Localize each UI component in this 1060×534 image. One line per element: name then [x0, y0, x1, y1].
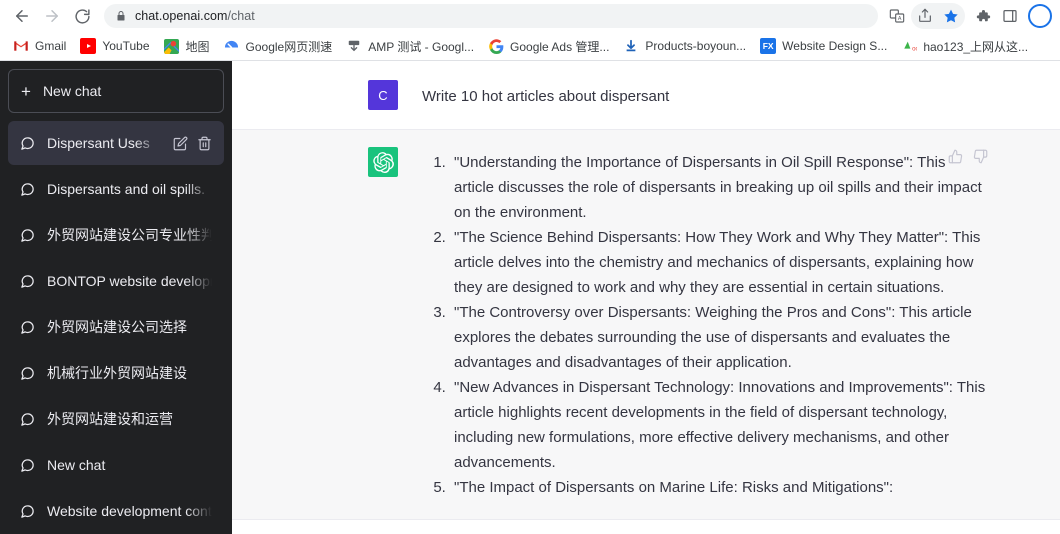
plus-icon: +	[21, 81, 31, 101]
url-host: chat.openai.com	[135, 9, 228, 23]
bookmark-label: YouTube	[102, 39, 150, 53]
lock-icon	[115, 10, 127, 22]
sidebar-item-label: 机械行业外贸网站建设	[47, 363, 212, 383]
list-item: "The Controversy over Dispersants: Weigh…	[450, 300, 988, 375]
share-and-bookmark-group	[911, 3, 965, 29]
address-bar[interactable]: chat.openai.com/chat	[104, 4, 878, 28]
products-icon	[623, 38, 639, 54]
sidebar-item-label: 外贸网站建设公司选择	[47, 317, 212, 337]
bookmark-label: Gmail	[35, 39, 67, 53]
sidebar-item-label: 外贸网站建设和运营	[47, 409, 212, 429]
chatgpt-app: + New chat Dispersant Uses Dispersants a…	[0, 61, 1060, 534]
bookmark-item[interactable]: FX Website Design S...	[753, 35, 894, 57]
sidebar-item-new-chat[interactable]: New chat	[8, 443, 224, 487]
avatar: C	[368, 80, 398, 110]
list-item: "The Impact of Dispersants on Marine Lif…	[450, 475, 988, 500]
thumbs-up-icon[interactable]	[948, 149, 963, 164]
youtube-icon	[80, 38, 97, 54]
sidebar-item-dispersants-and-oil-spills[interactable]: Dispersants and oil spills.	[8, 167, 224, 211]
bookmark-label: AMP 测试 - Googl...	[368, 39, 475, 54]
bookmark-item[interactable]: Products-boyoun...	[616, 35, 753, 57]
user-message-text: Write 10 hot articles about dispersant	[422, 88, 670, 105]
trash-icon[interactable]	[197, 136, 212, 151]
bookmark-label: Website Design S...	[782, 39, 888, 53]
list-item: "Understanding the Importance of Dispers…	[450, 150, 988, 225]
browser-toolbar: chat.openai.com/chat A	[0, 0, 1060, 32]
address-bar-url: chat.openai.com/chat	[135, 9, 255, 23]
chat-bubble-icon	[20, 274, 35, 289]
bookmark-item[interactable]: Google网页测速	[217, 35, 340, 58]
bookmark-label: Products-boyoun...	[645, 39, 747, 53]
sidebar-item-6[interactable]: 机械行业外贸网站建设	[8, 351, 224, 395]
sidebar-item-label: 外贸网站建设公司专业性判断	[47, 225, 212, 245]
gmail-icon	[13, 38, 29, 54]
bookmark-label: hao123_上网从这...	[923, 39, 1029, 54]
svg-text:A: A	[898, 16, 902, 22]
list-item: "The Science Behind Dispersants: How The…	[450, 225, 988, 300]
sidebar-item-label: BONTOP website development	[47, 271, 212, 291]
chat-bubble-icon	[20, 182, 35, 197]
bookmarks-bar: Gmail YouTube 地图 Google网页测速 AMP 测试 - Goo…	[0, 32, 1060, 60]
sidebar-item-5[interactable]: 外贸网站建设公司选择	[8, 305, 224, 349]
bookmark-label: Google Ads 管理...	[510, 39, 610, 54]
bookmark-label: 地图	[185, 39, 210, 54]
bookmark-item[interactable]: Gmail	[6, 35, 73, 57]
sidebar-item-label: New chat	[47, 455, 212, 475]
fx-icon: FX	[760, 38, 777, 54]
assistant-message-text: "Understanding the Importance of Dispers…	[422, 147, 988, 500]
sidebar-item-label: Website development contract	[47, 501, 212, 521]
sidebar-item-label: Dispersant Uses	[47, 133, 161, 153]
sidebar-item-bontop-website-development[interactable]: BONTOP website development	[8, 259, 224, 303]
sidebar-item-actions	[173, 136, 212, 151]
forward-button[interactable]	[38, 2, 66, 30]
chat-bubble-icon	[20, 366, 35, 381]
thumbs-down-icon[interactable]	[973, 149, 988, 164]
profile-avatar[interactable]	[1028, 4, 1052, 28]
bookmark-item[interactable]: YouTube	[73, 35, 156, 57]
article-list: "Understanding the Importance of Dispers…	[422, 150, 988, 500]
chat-thread: C Write 10 hot articles about dispersant…	[232, 61, 1060, 534]
list-item: "New Advances in Dispersant Technology: …	[450, 375, 988, 475]
chatgpt-logo-icon	[368, 147, 398, 177]
chat-bubble-icon	[20, 458, 35, 473]
sidebar-item-3[interactable]: 外贸网站建设公司专业性判断	[8, 213, 224, 257]
google-maps-icon	[164, 38, 180, 54]
share-icon[interactable]	[912, 3, 938, 29]
chat-bubble-icon	[20, 136, 35, 151]
google-g-icon	[488, 38, 504, 54]
sidebar-item-7[interactable]: 外贸网站建设和运营	[8, 397, 224, 441]
sidebar: + New chat Dispersant Uses Dispersants a…	[0, 61, 232, 534]
translate-icon[interactable]: A	[884, 3, 910, 29]
new-chat-label: New chat	[42, 83, 102, 99]
sidebar-item-label: Dispersants and oil spills.	[47, 179, 212, 199]
pagespeed-icon	[224, 38, 240, 54]
reload-button[interactable]	[68, 2, 96, 30]
chat-bubble-icon	[20, 504, 35, 519]
sidebar-item-dispersant-uses[interactable]: Dispersant Uses	[8, 121, 224, 165]
url-path: /chat	[227, 9, 255, 23]
side-panel-icon[interactable]	[997, 3, 1023, 29]
extensions-puzzle-icon[interactable]	[970, 3, 996, 29]
bookmark-item[interactable]: AMP 测试 - Googl...	[339, 35, 481, 58]
hao123-icon: oo	[901, 38, 917, 54]
message-feedback-actions	[948, 149, 988, 164]
sidebar-item-website-development-contract[interactable]: Website development contract	[8, 489, 224, 533]
back-button[interactable]	[8, 2, 36, 30]
bookmark-item[interactable]: oo hao123_上网从这...	[894, 35, 1035, 58]
chat-bubble-icon	[20, 412, 35, 427]
chat-bubble-icon	[20, 320, 35, 335]
amp-test-icon	[346, 38, 362, 54]
chat-bubble-icon	[20, 228, 35, 243]
assistant-message: "Understanding the Importance of Dispers…	[232, 129, 1060, 520]
bookmark-item[interactable]: Google Ads 管理...	[481, 35, 616, 58]
bookmark-item[interactable]: 地图	[157, 35, 217, 58]
new-chat-button[interactable]: + New chat	[8, 69, 224, 113]
toolbar-icon-group: A	[884, 3, 1052, 29]
user-message: C Write 10 hot articles about dispersant	[232, 61, 1060, 129]
pencil-icon[interactable]	[173, 136, 188, 151]
bookmark-label: Google网页测速	[245, 39, 333, 54]
svg-text:oo: oo	[912, 45, 917, 52]
browser-chrome: chat.openai.com/chat A Gmail YouTube 地图 …	[0, 0, 1060, 61]
bookmark-star-icon[interactable]	[938, 3, 964, 29]
